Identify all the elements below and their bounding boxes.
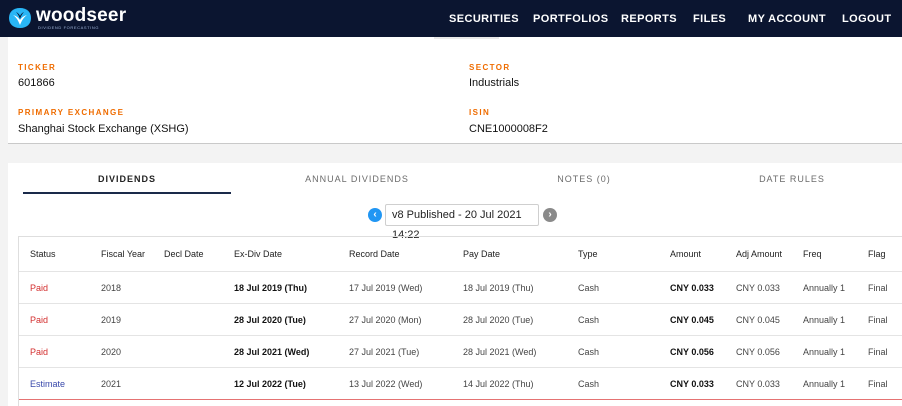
amount-cell: CNY 0.056 <box>670 346 714 357</box>
adj-amount-cell: CNY 0.056 <box>736 346 780 357</box>
nav-securities[interactable]: SECURITIES <box>449 13 519 25</box>
adj-amount-cell: CNY 0.033 <box>736 282 780 293</box>
col-record-date[interactable]: Record Date <box>349 249 400 259</box>
record-date-cell: 27 Jul 2021 (Tue) <box>349 346 420 357</box>
dividends-panel: DIVIDENDS ANNUAL DIVIDENDS NOTES (0) DAT… <box>8 163 902 406</box>
freq-cell: Annually 1 <box>803 282 846 293</box>
pay-date-cell: 28 Jul 2021 (Wed) <box>463 346 537 357</box>
ex-div-date-cell: 28 Jul 2020 (Tue) <box>234 314 306 325</box>
tab-bar: DIVIDENDS ANNUAL DIVIDENDS NOTES (0) DAT… <box>8 163 902 194</box>
col-decl-date[interactable]: Decl Date <box>164 249 204 259</box>
col-flag[interactable]: Flag <box>868 249 886 259</box>
isin-value: CNE1000008F2 <box>469 123 548 135</box>
tab-date-rules[interactable]: DATE RULES <box>688 174 896 184</box>
flag-cell: Final <box>868 346 888 357</box>
type-cell: Cash <box>578 314 600 325</box>
chevron-left-icon[interactable]: ‹ <box>368 208 382 222</box>
col-type[interactable]: Type <box>578 249 598 259</box>
flag-cell: Final <box>868 378 888 389</box>
fiscal-year-cell: 2018 <box>101 282 122 293</box>
freq-cell: Annually 1 <box>803 378 846 389</box>
status-badge: Estimate <box>30 378 66 389</box>
pay-date-cell: 18 Jul 2019 (Thu) <box>463 282 534 293</box>
table-row[interactable]: Paid 2019 28 Jul 2020 (Tue) 27 Jul 2020 … <box>19 304 902 336</box>
col-pay-date[interactable]: Pay Date <box>463 249 500 259</box>
active-tab-indicator <box>23 192 231 194</box>
tab-annual-dividends[interactable]: ANNUAL DIVIDENDS <box>253 174 461 184</box>
pay-date-cell: 28 Jul 2020 (Tue) <box>463 314 534 325</box>
brand-tagline: DIVIDEND FORECASTING <box>38 25 100 30</box>
pay-date-cell: 14 Jul 2022 (Thu) <box>463 378 534 389</box>
exchange-value: Shanghai Stock Exchange (XSHG) <box>18 123 189 135</box>
record-date-cell: 13 Jul 2022 (Wed) <box>349 378 423 389</box>
adj-amount-cell: CNY 0.045 <box>736 314 780 325</box>
nav-files[interactable]: FILES <box>693 13 726 25</box>
fiscal-year-cell: 2019 <box>101 314 122 325</box>
ex-div-date-cell: 28 Jul 2021 (Wed) <box>234 346 310 357</box>
amount-cell: CNY 0.045 <box>670 314 714 325</box>
col-amount[interactable]: Amount <box>670 249 701 259</box>
status-badge: Paid <box>30 314 49 325</box>
exchange-label: PRIMARY EXCHANGE <box>18 108 125 117</box>
col-status[interactable]: Status <box>30 249 56 259</box>
version-selector: ‹ v8 Published - 20 Jul 2021 14:22 › <box>8 203 902 241</box>
fiscal-year-cell: 2020 <box>101 346 122 357</box>
ticker-value: 601866 <box>18 77 55 89</box>
scrolled-field <box>434 37 499 39</box>
record-date-cell: 17 Jul 2019 (Wed) <box>349 282 423 293</box>
tab-dividends[interactable]: DIVIDENDS <box>23 174 231 184</box>
ex-div-date-cell: 12 Jul 2022 (Tue) <box>234 378 306 389</box>
flag-cell: Final <box>868 314 888 325</box>
version-dropdown[interactable]: v8 Published - 20 Jul 2021 14:22 <box>385 204 539 241</box>
nav-logout[interactable]: LOGOUT <box>842 13 891 25</box>
sector-label: SECTOR <box>469 63 511 72</box>
col-adj-amount[interactable]: Adj Amount <box>736 249 782 259</box>
amount-cell: CNY 0.033 <box>670 282 714 293</box>
chevron-right-icon[interactable]: › <box>543 208 557 222</box>
adj-amount-cell: CNY 0.033 <box>736 378 780 389</box>
security-info-card: TICKER 601866 SECTOR Industrials PRIMARY… <box>8 37 902 144</box>
type-cell: Cash <box>578 346 600 357</box>
isin-label: ISIN <box>469 108 491 117</box>
status-badge: Paid <box>30 346 49 357</box>
type-cell: Cash <box>578 378 600 389</box>
dividends-table: Status Fiscal Year Decl Date Ex-Div Date… <box>18 236 902 406</box>
freq-cell: Annually 1 <box>803 346 846 357</box>
woodseer-logo-icon <box>9 8 31 28</box>
nav-portfolios[interactable]: PORTFOLIOS <box>533 13 609 25</box>
freq-cell: Annually 1 <box>803 314 846 325</box>
nav-reports[interactable]: REPORTS <box>621 13 677 25</box>
brand-logo[interactable]: woodseer DIVIDEND FORECASTING <box>7 6 126 30</box>
amount-cell: CNY 0.033 <box>670 378 714 389</box>
record-date-cell: 27 Jul 2020 (Mon) <box>349 314 422 325</box>
table-header-row: Status Fiscal Year Decl Date Ex-Div Date… <box>19 237 902 272</box>
table-row[interactable]: Paid 2018 18 Jul 2019 (Thu) 17 Jul 2019 … <box>19 272 902 304</box>
table-row[interactable]: Paid 2020 28 Jul 2021 (Wed) 27 Jul 2021 … <box>19 336 902 368</box>
table-row[interactable]: Estimate 2021 12 Jul 2022 (Tue) 13 Jul 2… <box>19 368 902 400</box>
col-freq[interactable]: Freq <box>803 249 822 259</box>
col-ex-div-date[interactable]: Ex-Div Date <box>234 249 282 259</box>
brand-name: woodseer <box>36 5 127 26</box>
fiscal-year-cell: 2021 <box>101 378 122 389</box>
status-badge: Paid <box>30 282 49 293</box>
ticker-label: TICKER <box>18 63 57 72</box>
ex-div-date-cell: 18 Jul 2019 (Thu) <box>234 282 308 293</box>
type-cell: Cash <box>578 282 600 293</box>
flag-cell: Final <box>868 282 888 293</box>
col-fiscal-year[interactable]: Fiscal Year <box>101 249 145 259</box>
tab-notes[interactable]: NOTES (0) <box>480 174 688 184</box>
nav-my-account[interactable]: MY ACCOUNT <box>748 13 826 25</box>
sector-value: Industrials <box>469 77 520 89</box>
top-navbar: woodseer DIVIDEND FORECASTING SECURITIES… <box>0 0 902 37</box>
